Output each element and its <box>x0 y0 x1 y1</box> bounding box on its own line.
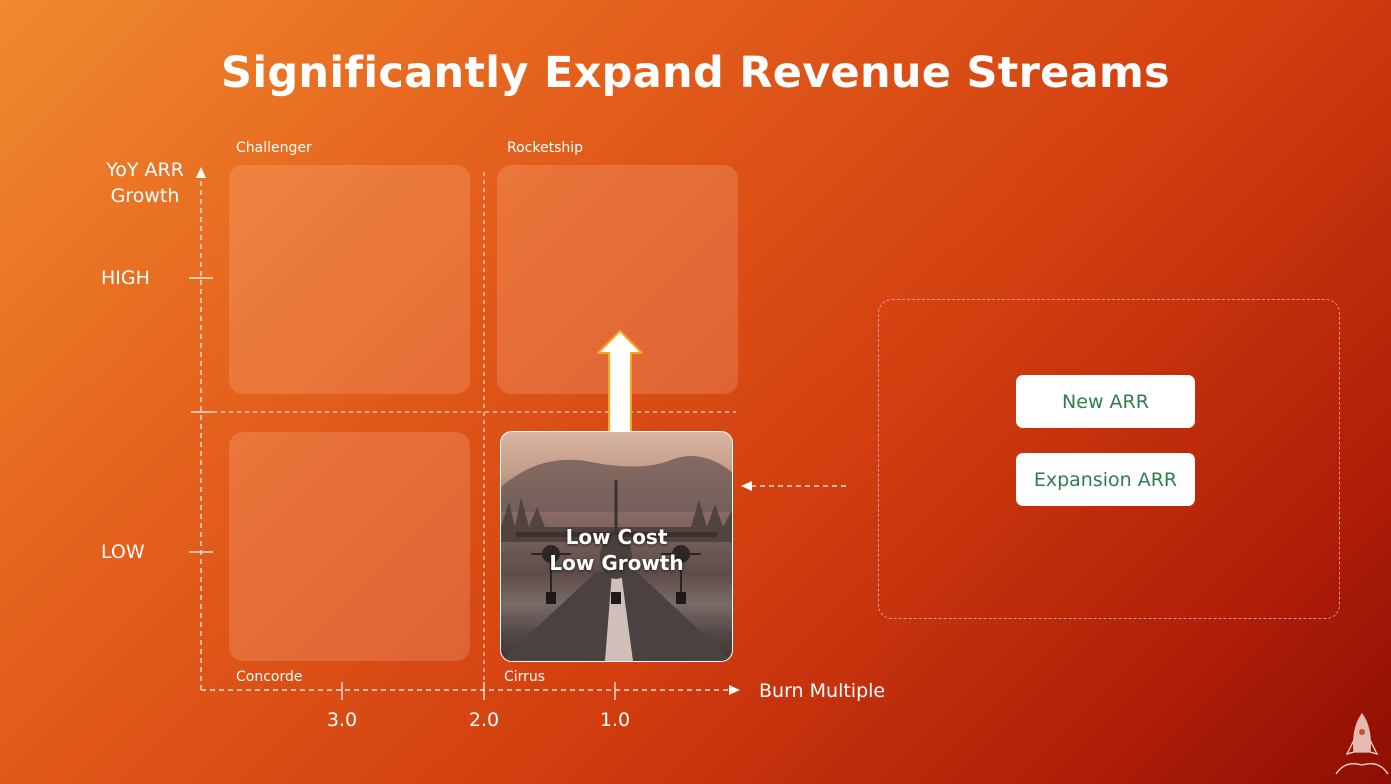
rocket-icon <box>1335 712 1389 775</box>
